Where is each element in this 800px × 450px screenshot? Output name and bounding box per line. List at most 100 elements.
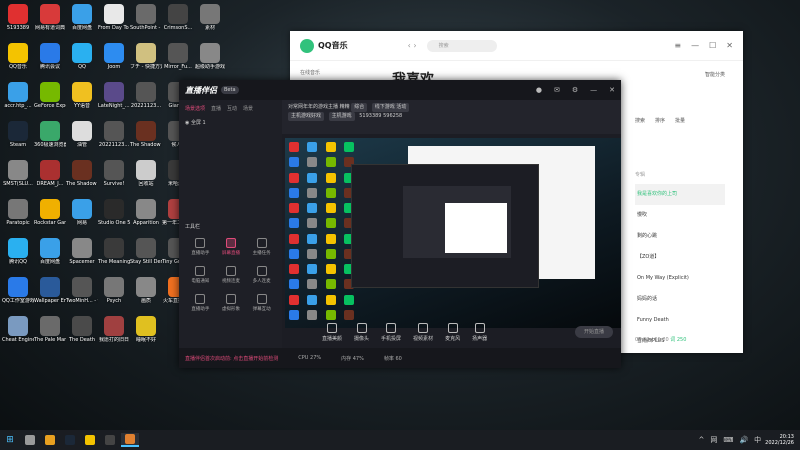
desktop-icon[interactable]: 腾讯会议 (34, 41, 66, 81)
tab-scene[interactable]: 场景选项 (185, 105, 205, 112)
taskbar-steam-icon[interactable] (61, 433, 79, 447)
control-button[interactable]: 麦克风 (445, 323, 460, 342)
start-live-button[interactable]: 开始直播 (575, 326, 613, 338)
search-button[interactable]: 搜索 (635, 117, 645, 124)
desktop-icon[interactable]: accr.htp_... (2, 80, 34, 120)
desktop-icon[interactable]: Psych (98, 275, 130, 315)
desktop-icon[interactable]: 百度网盘 (66, 2, 98, 42)
desktop-icon[interactable]: 我愿打的旧日 (98, 314, 130, 354)
control-button[interactable]: 摄像头 (354, 323, 369, 342)
desktop-icon[interactable]: Stay Still Demo (130, 236, 162, 276)
control-button[interactable]: 视频素材 (413, 323, 433, 342)
qqmusic-search-input[interactable]: 搜索 (426, 39, 497, 52)
minimize-icon[interactable]: — (691, 41, 699, 50)
start-button[interactable]: ⊞ (0, 435, 20, 445)
desktop-icon[interactable]: 20221123... (130, 80, 162, 120)
desktop-icon[interactable]: Cheat Engine (2, 314, 34, 354)
desktop-icon[interactable]: Rockstar Games... (34, 197, 66, 237)
list-item[interactable]: 妈妈的话 (635, 289, 725, 310)
desktop-icon[interactable]: The Pale Man - 快捷方式 (34, 314, 66, 354)
desktop-icon[interactable]: QQ音乐 (2, 41, 34, 81)
desktop-icon[interactable]: 画质 (130, 275, 162, 315)
tab-live[interactable]: 直播 (211, 105, 221, 112)
category-tag[interactable]: 综合 (351, 103, 368, 112)
taskbar-qqmusic-icon[interactable] (81, 433, 99, 447)
taskbar-clock[interactable]: 20:13 2022/12/26 (765, 434, 794, 446)
control-button[interactable]: 手机投屏 (381, 323, 401, 342)
game-tag[interactable]: 主机游戏 (328, 112, 355, 121)
desktop-icon[interactable]: GeForce Experience (34, 80, 66, 120)
desktop-icon[interactable]: 素材 (194, 2, 226, 42)
desktop-icon[interactable]: The Shadow Over Rock... (66, 158, 98, 198)
stream-title[interactable]: 对常网年年的游戏主播 精精 (288, 104, 350, 110)
tool-button[interactable]: 虚拟形象 (216, 294, 247, 312)
tray-chevron-icon[interactable]: ^ (698, 436, 704, 444)
game-tag[interactable]: 主机游戏好戏 (288, 112, 325, 121)
desktop-icon[interactable]: 网易有道词典 (34, 2, 66, 42)
desktop-icon[interactable]: フチ - 快捷方式 (130, 41, 162, 81)
tool-button[interactable]: 电脑通知 (185, 266, 216, 284)
control-button[interactable]: 扬声器 (472, 323, 487, 342)
desktop-icon[interactable]: 腾讯QQ (2, 236, 34, 276)
desktop-icon[interactable]: Wallpaper Engine:... (34, 275, 66, 315)
minimize-icon[interactable]: — (590, 86, 597, 94)
tool-button[interactable]: 主播任务 (246, 238, 277, 256)
avatar[interactable]: ● (536, 86, 542, 94)
desktop-icon[interactable]: QQ (66, 41, 98, 81)
gear-icon[interactable]: ⚙ (572, 86, 578, 94)
tray-ime-icon[interactable]: 中 (754, 435, 761, 445)
desktop-icon[interactable]: QQ工作室游戏 (2, 275, 34, 315)
tray-volume-icon[interactable]: 🔊 (739, 436, 748, 444)
desktop-icon[interactable]: The Death (66, 314, 98, 354)
desktop-icon[interactable]: SMST(SLU... (2, 158, 34, 198)
desktop-icon[interactable]: CrimsonS... (162, 2, 194, 42)
desktop-icon[interactable]: From Day To Day... (98, 2, 130, 42)
tab-scene-2[interactable]: 场景 (243, 105, 253, 112)
desktop-icon[interactable]: 360极速浏览器 (34, 119, 66, 159)
desktop-icon[interactable]: 油管 (66, 119, 98, 159)
lyrics-count[interactable]: 词 250 (670, 337, 686, 343)
list-item[interactable]: Funny Death (635, 310, 725, 331)
desktop-icon[interactable]: The Meaning... (98, 236, 130, 276)
list-item[interactable]: 【ZO道】 (635, 247, 725, 268)
desktop-icon[interactable]: Survive! (98, 158, 130, 198)
desktop-icon[interactable]: YY语音 (66, 80, 98, 120)
menu-icon[interactable]: ≡ (674, 41, 681, 50)
list-item[interactable]: 剩的心跳 (635, 226, 725, 247)
tab-interact[interactable]: 互动 (227, 105, 237, 112)
desktop-icon[interactable]: Spacemer (66, 236, 98, 276)
desktop-icon[interactable]: DREAM_J... (34, 158, 66, 198)
desktop-icon[interactable]: 睡眠不好 (130, 314, 162, 354)
desktop-icon[interactable]: 5193389 (2, 2, 34, 42)
desktop-icon[interactable]: Studio One 5 (98, 197, 130, 237)
tray-network-icon[interactable]: 网 (710, 435, 717, 445)
desktop-icon[interactable]: TwoMinH... - 快捷方式 (66, 275, 98, 315)
list-item[interactable]: 慢吹 (635, 205, 725, 226)
desktop-icon[interactable]: 20221123... (98, 119, 130, 159)
eye-icon[interactable]: ◉ (185, 120, 189, 126)
desktop-icon[interactable]: 超级助手游戏 (194, 41, 226, 81)
taskbar-obs-icon[interactable] (101, 433, 119, 447)
desktop-icon[interactable]: LateNight_... 快捷方式 (98, 80, 130, 120)
desktop-icon[interactable]: Paratopic (2, 197, 34, 237)
status-warning[interactable]: 直播伴侣首次启动前: 点击直播开始前检测 (185, 355, 278, 362)
back-forward-icon[interactable]: ‹ › (408, 41, 417, 50)
tray-keyboard-icon[interactable]: ⌨ (723, 436, 733, 444)
desktop-icon[interactable]: Mirror_Fu... (162, 41, 194, 81)
tool-button[interactable]: 视频连麦 (216, 266, 247, 284)
smart-category-button[interactable]: 智能分类 (705, 71, 725, 78)
list-item[interactable]: On My Way (Explicit) (635, 268, 725, 289)
desktop-icon[interactable]: 百度网盘 (34, 236, 66, 276)
maximize-icon[interactable]: ☐ (709, 41, 716, 50)
scene-item[interactable]: ◉ 全屏 1 (179, 117, 282, 128)
list-item[interactable]: 我是喜欢你的上司 (635, 184, 725, 205)
tool-button[interactable]: 屏幕直播 (216, 238, 247, 256)
tool-button[interactable]: 多人连麦 (246, 266, 277, 284)
tool-button[interactable]: 直播助手 (185, 294, 216, 312)
stream-preview[interactable] (285, 138, 621, 328)
sort-button[interactable]: 排序 (655, 117, 665, 124)
close-icon[interactable]: ✕ (609, 86, 615, 94)
desktop-icon[interactable]: Joom (98, 41, 130, 81)
batch-button[interactable]: 批量 (675, 117, 685, 124)
desktop-icon[interactable]: 回收站 (130, 158, 162, 198)
